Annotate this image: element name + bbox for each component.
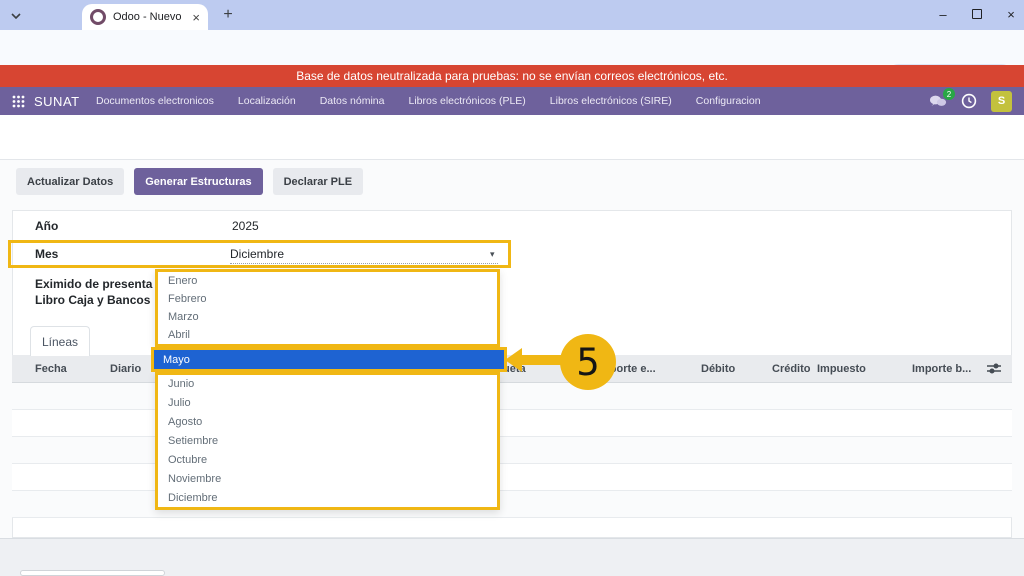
control-panel: Nuevo Libro Diario Nuevo ⚙ ☁ ↺ [0, 115, 1024, 160]
action-buttons: Actualizar Datos Generar Estructuras Dec… [16, 168, 363, 195]
month-option-junio[interactable]: Junio [158, 375, 497, 394]
apps-grid-icon[interactable] [10, 93, 26, 109]
optional-columns-icon[interactable] [987, 362, 1001, 375]
exempt-label-line1: Eximido de presenta [35, 277, 152, 291]
month-option-setiembre[interactable]: Setiembre [158, 432, 497, 451]
annotation-step-badge: 5 [560, 334, 616, 390]
window-minimize-button[interactable]: – [928, 0, 958, 28]
messages-count-badge: 2 [943, 88, 955, 100]
brand-sunat[interactable]: SUNAT [34, 94, 80, 109]
menu-datos-nomina[interactable]: Datos nómina [320, 95, 385, 107]
messages-button[interactable]: 2 [929, 94, 947, 108]
month-option-febrero[interactable]: Febrero [158, 290, 497, 308]
clock-icon [961, 93, 977, 109]
year-label: Año [35, 219, 58, 233]
tab-lineas[interactable]: Líneas [30, 326, 90, 356]
menu-configuracion[interactable]: Configuracion [696, 95, 761, 107]
col-credito[interactable]: Crédito [772, 363, 811, 375]
col-impuesto[interactable]: Impuesto [817, 363, 866, 375]
month-dropdown-bottom: Junio Julio Agosto Setiembre Octubre Nov… [155, 372, 500, 510]
chevron-down-icon [11, 13, 21, 19]
month-option-marzo[interactable]: Marzo [158, 308, 497, 326]
activities-button[interactable] [961, 93, 977, 109]
banner-text: Base de datos neutralizada para pruebas:… [296, 69, 728, 83]
month-option-diciembre[interactable]: Diciembre [158, 488, 497, 507]
user-avatar[interactable]: S [991, 91, 1012, 112]
month-option-abril[interactable]: Abril [158, 326, 497, 344]
window-close-button[interactable]: × [996, 0, 1024, 28]
tab-close-icon[interactable]: × [192, 10, 200, 25]
col-importe-b[interactable]: Importe b... [912, 363, 971, 375]
actualizar-datos-button[interactable]: Actualizar Datos [16, 168, 124, 195]
menu-documentos-electronicos[interactable]: Documentos electronicos [96, 95, 214, 107]
exempt-label-line2: Libro Caja y Bancos [35, 293, 150, 307]
month-field-highlight [8, 240, 511, 268]
month-option-agosto[interactable]: Agosto [158, 413, 497, 432]
restore-icon [972, 9, 982, 19]
menu-libros-ple[interactable]: Libros electrónicos (PLE) [408, 95, 525, 107]
month-option-octubre[interactable]: Octubre [158, 450, 497, 469]
window-restore-button[interactable] [962, 0, 992, 28]
menu-localizacion[interactable]: Localización [238, 95, 296, 107]
generar-estructuras-button[interactable]: Generar Estructuras [134, 168, 262, 195]
app-navbar: SUNAT Documentos electronicos Localizaci… [0, 87, 1024, 115]
tab-title: Odoo - Nuevo [113, 11, 192, 23]
month-option-julio[interactable]: Julio [158, 394, 497, 413]
year-value[interactable]: 2025 [232, 219, 259, 233]
col-fecha[interactable]: Fecha [35, 363, 67, 375]
annotation-arrow-icon [505, 346, 561, 374]
declarar-ple-button[interactable]: Declarar PLE [273, 168, 363, 195]
month-option-mayo-selected[interactable]: Mayo [151, 347, 507, 372]
browser-tabstrip: Odoo - Nuevo × + – × [0, 0, 1024, 30]
col-diario[interactable]: Diario [110, 363, 141, 375]
neutralized-db-banner: Base de datos neutralizada para pruebas:… [0, 65, 1024, 87]
month-dropdown-top: Enero Febrero Marzo Abril [155, 269, 500, 347]
tab-search-button[interactable] [6, 6, 25, 25]
browser-toolbar: ← → ↻ democontable17.solse.pe/web#cids=1… [0, 30, 1024, 65]
horizontal-scrollbar[interactable] [20, 570, 165, 576]
month-option-noviembre[interactable]: Noviembre [158, 469, 497, 488]
month-option-enero[interactable]: Enero [158, 272, 497, 290]
screen: Odoo - Nuevo × + – × ← → ↻ democontable1… [0, 0, 1024, 576]
browser-tab[interactable]: Odoo - Nuevo × [82, 4, 208, 30]
odoo-favicon-icon [90, 9, 106, 25]
new-tab-button[interactable]: + [218, 5, 238, 25]
step-number: 5 [576, 341, 600, 384]
menu-libros-sire[interactable]: Libros electrónicos (SIRE) [550, 95, 672, 107]
navbar-menu: Documentos electronicos Localización Dat… [96, 95, 761, 107]
col-debito[interactable]: Débito [701, 363, 735, 375]
